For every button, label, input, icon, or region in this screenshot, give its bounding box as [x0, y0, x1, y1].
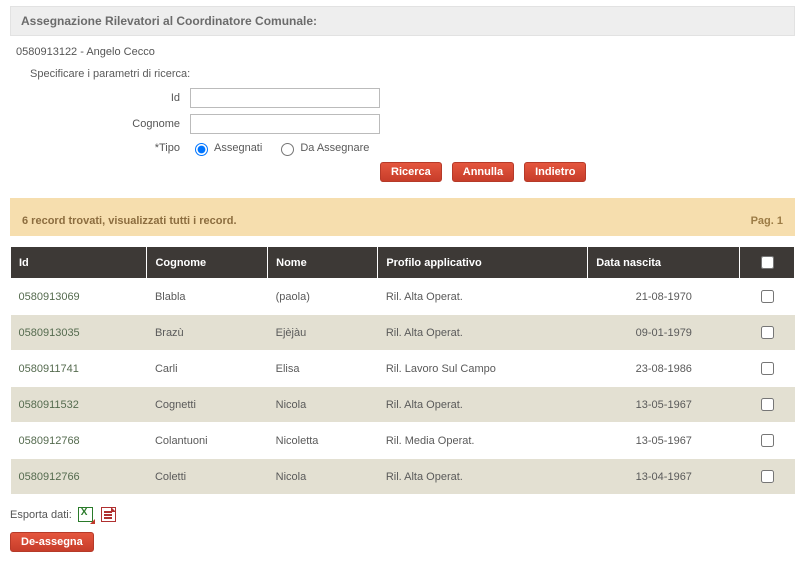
th-surname[interactable]: Cognome — [147, 247, 268, 279]
row-surname: Carli — [147, 351, 268, 387]
excel-icon[interactable] — [78, 507, 93, 522]
coordinator-line: 0580913122 - Angelo Cecco — [10, 44, 795, 68]
action-buttons: Ricerca Annulla Indietro — [10, 162, 795, 182]
row-birth: 21-08-1970 — [588, 279, 740, 315]
row-name: Nicola — [268, 387, 378, 423]
surname-input[interactable] — [190, 114, 380, 134]
table-row: 0580913035 BrazùEjèjàuRil. Alta Operat.09… — [11, 315, 795, 351]
table-row: 0580912766 ColettiNicolaRil. Alta Operat.… — [11, 459, 795, 495]
row-select-checkbox[interactable] — [761, 398, 774, 411]
results-table: Id Cognome Nome Profilo applicativo Data… — [10, 246, 795, 495]
row-surname: Cognetti — [147, 387, 268, 423]
th-profile[interactable]: Profilo applicativo — [378, 247, 588, 279]
cancel-button[interactable]: Annulla — [452, 162, 514, 182]
page-indicator: Pag. 1 — [751, 207, 783, 227]
search-form: Specificare i parametri di ricerca: Id C… — [10, 68, 795, 156]
row-birth: 23-08-1986 — [588, 351, 740, 387]
row-select-checkbox[interactable] — [761, 326, 774, 339]
row-select-checkbox[interactable] — [761, 434, 774, 447]
row-id-link[interactable]: 0580913035 — [19, 327, 80, 339]
radio-da-assegnare-label: Da Assegnare — [300, 142, 369, 154]
pdf-icon[interactable] — [101, 507, 116, 522]
radio-assegnati[interactable] — [195, 143, 208, 156]
row-select-checkbox[interactable] — [761, 362, 774, 375]
table-row: 0580911532 CognettiNicolaRil. Alta Operat… — [11, 387, 795, 423]
row-profile: Ril. Alta Operat. — [378, 387, 588, 423]
id-input[interactable] — [190, 88, 380, 108]
search-button[interactable]: Ricerca — [380, 162, 442, 182]
table-header-row: Id Cognome Nome Profilo applicativo Data… — [11, 247, 795, 279]
row-surname: Colantuoni — [147, 423, 268, 459]
row-name: Nicoletta — [268, 423, 378, 459]
row-name: (paola) — [268, 279, 378, 315]
search-instruction: Specificare i parametri di ricerca: — [30, 68, 795, 80]
label-id: Id — [30, 92, 190, 104]
th-name[interactable]: Nome — [268, 247, 378, 279]
deassign-button[interactable]: De-assegna — [10, 532, 94, 552]
radio-assegnati-label: Assegnati — [214, 142, 262, 154]
table-row: 0580912768 ColantuoniNicolettaRil. Media … — [11, 423, 795, 459]
row-birth: 13-04-1967 — [588, 459, 740, 495]
results-summary-bar: 6 record trovati, visualizzati tutti i r… — [10, 198, 795, 236]
select-all-checkbox[interactable] — [761, 256, 774, 269]
row-name: Elisa — [268, 351, 378, 387]
row-surname: Brazù — [147, 315, 268, 351]
row-name: Nicola — [268, 459, 378, 495]
row-profile: Ril. Lavoro Sul Campo — [378, 351, 588, 387]
table-row: 0580913069 Blabla(paola)Ril. Alta Operat.… — [11, 279, 795, 315]
row-profile: Ril. Alta Operat. — [378, 315, 588, 351]
row-birth: 13-05-1967 — [588, 423, 740, 459]
page-title: Assegnazione Rilevatori al Coordinatore … — [10, 6, 795, 36]
row-select-checkbox[interactable] — [761, 290, 774, 303]
row-profile: Ril. Media Operat. — [378, 423, 588, 459]
row-surname: Coletti — [147, 459, 268, 495]
radio-da-assegnare[interactable] — [281, 143, 294, 156]
row-id-link[interactable]: 0580912766 — [19, 471, 80, 483]
row-id-link[interactable]: 0580911532 — [19, 399, 79, 411]
type-radio-group: Assegnati Da Assegnare — [190, 140, 379, 156]
row-profile: Ril. Alta Operat. — [378, 279, 588, 315]
th-select — [740, 247, 795, 279]
th-birth[interactable]: Data nascita — [588, 247, 740, 279]
back-button[interactable]: Indietro — [524, 162, 586, 182]
row-birth: 09-01-1979 — [588, 315, 740, 351]
row-id-link[interactable]: 0580913069 — [19, 291, 80, 303]
label-surname: Cognome — [30, 118, 190, 130]
results-summary-text: 6 record trovati, visualizzati tutti i r… — [22, 215, 237, 227]
export-label: Esporta dati: — [10, 509, 72, 521]
row-id-link[interactable]: 0580912768 — [19, 435, 80, 447]
table-row: 0580911741 CarliElisaRil. Lavoro Sul Camp… — [11, 351, 795, 387]
th-id[interactable]: Id — [11, 247, 147, 279]
export-row: Esporta dati: — [10, 507, 795, 522]
row-id-link[interactable]: 0580911741 — [19, 363, 79, 375]
row-select-checkbox[interactable] — [761, 470, 774, 483]
row-birth: 13-05-1967 — [588, 387, 740, 423]
row-profile: Ril. Alta Operat. — [378, 459, 588, 495]
label-type: *Tipo — [30, 142, 190, 154]
row-name: Ejèjàu — [268, 315, 378, 351]
row-surname: Blabla — [147, 279, 268, 315]
